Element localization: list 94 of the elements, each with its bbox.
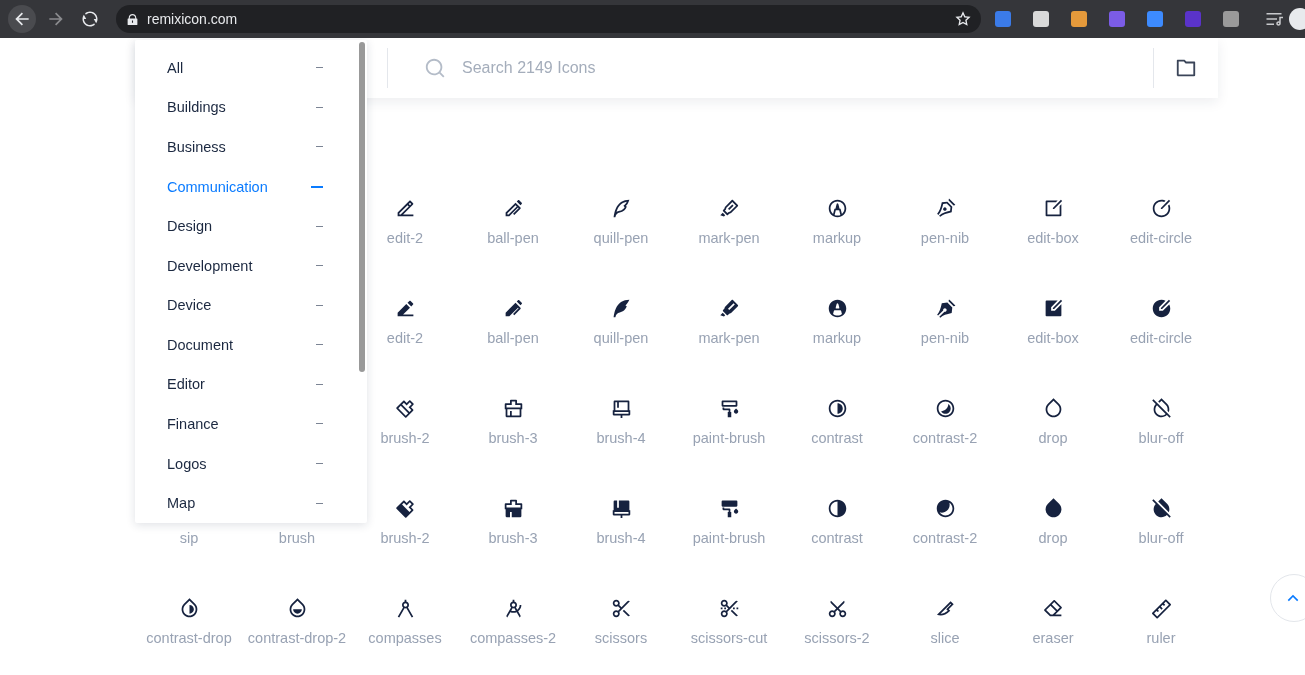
pen-nib-icon[interactable] bbox=[934, 197, 956, 219]
category-item[interactable]: Map bbox=[135, 483, 357, 523]
icon-name: edit-2 bbox=[386, 329, 424, 347]
icon-name: scissors-2 bbox=[804, 629, 870, 647]
icon-name: sip bbox=[179, 529, 199, 547]
icon-name: brush-2 bbox=[380, 429, 430, 447]
media-icon[interactable] bbox=[1265, 10, 1283, 28]
category-item[interactable]: Editor bbox=[135, 364, 357, 405]
icon-name: contrast bbox=[811, 529, 863, 547]
star-icon[interactable] bbox=[955, 11, 971, 27]
icon-name: contrast-2 bbox=[912, 429, 978, 447]
crossed-drop-icon[interactable] bbox=[1150, 397, 1172, 419]
dash-icon bbox=[316, 423, 323, 425]
icon-name: eraser bbox=[1032, 629, 1074, 647]
dash-icon bbox=[311, 185, 323, 188]
icon-name: brush-4 bbox=[596, 529, 646, 547]
marker-icon[interactable] bbox=[718, 197, 740, 219]
icon-name: edit-box bbox=[1027, 229, 1079, 247]
category-item[interactable]: Device bbox=[135, 285, 357, 326]
category-item[interactable]: All bbox=[135, 48, 357, 88]
dash-icon bbox=[316, 265, 323, 267]
dash-icon bbox=[316, 383, 323, 385]
category-item[interactable]: Communication bbox=[135, 166, 357, 207]
icon-name: contrast-drop bbox=[146, 629, 232, 647]
search-icon bbox=[424, 57, 446, 79]
icon-name: drop bbox=[1038, 529, 1068, 547]
category-item[interactable]: Document bbox=[135, 325, 357, 365]
icon-name: pen-nib bbox=[920, 229, 970, 247]
icon-name: markup bbox=[812, 329, 862, 347]
brush-icon[interactable] bbox=[502, 397, 524, 419]
category-item[interactable]: Finance bbox=[135, 404, 357, 444]
dash-icon bbox=[316, 304, 323, 306]
icon-name: brush-4 bbox=[596, 429, 646, 447]
icon-name: paint-brush bbox=[692, 529, 766, 547]
icon-name: contrast bbox=[811, 429, 863, 447]
icon-name: contrast-2 bbox=[912, 529, 978, 547]
icon-name: paint-brush bbox=[692, 429, 766, 447]
eraser-icon[interactable] bbox=[1042, 597, 1064, 619]
dash-icon bbox=[316, 225, 323, 227]
crossed-drop-icon[interactable] bbox=[1150, 497, 1172, 519]
category-item[interactable]: Development bbox=[135, 245, 357, 286]
url-text: remixicon.com bbox=[147, 11, 239, 27]
search-field[interactable]: Search 2149 Icons bbox=[460, 58, 1153, 78]
icon-name: pen-nib bbox=[920, 329, 970, 347]
dash-icon bbox=[316, 106, 323, 108]
icon-name: edit-circle bbox=[1129, 229, 1192, 247]
icon-name: contrast-drop-2 bbox=[247, 629, 347, 647]
icon-name: markup bbox=[812, 229, 862, 247]
category-item[interactable]: Buildings bbox=[135, 87, 357, 128]
brush-icon[interactable] bbox=[502, 497, 524, 519]
icon-name: blur-off bbox=[1138, 429, 1184, 447]
brush-icon[interactable] bbox=[394, 497, 416, 519]
icon-name: quill-pen bbox=[593, 329, 649, 347]
icon-name: mark-pen bbox=[698, 229, 760, 247]
icon-name: quill-pen bbox=[593, 229, 649, 247]
dash-icon bbox=[316, 502, 323, 504]
category-item[interactable]: Design bbox=[135, 206, 357, 246]
lock-icon bbox=[126, 12, 139, 26]
pen-nib-icon[interactable] bbox=[934, 297, 956, 319]
icon-name: edit-2 bbox=[386, 229, 424, 247]
icon-name: brush-3 bbox=[488, 529, 538, 547]
icon-name: edit-box bbox=[1027, 329, 1079, 347]
icon-name: scissors bbox=[594, 629, 648, 647]
scrollbar-thumb[interactable] bbox=[359, 42, 365, 372]
icon-name: ball-pen bbox=[487, 329, 539, 347]
back-button[interactable] bbox=[8, 5, 36, 33]
brush-icon[interactable] bbox=[394, 397, 416, 419]
dash-icon bbox=[316, 463, 323, 465]
icon-name: compasses bbox=[368, 629, 442, 647]
folder-icon bbox=[1175, 57, 1197, 79]
dash-icon bbox=[316, 146, 323, 148]
icon-name: drop bbox=[1038, 429, 1068, 447]
marker-icon[interactable] bbox=[718, 297, 740, 319]
ruler-icon[interactable] bbox=[1150, 597, 1172, 619]
icon-name: brush-2 bbox=[380, 529, 430, 547]
icon-name: mark-pen bbox=[698, 329, 760, 347]
icon-name: compasses-2 bbox=[469, 629, 557, 647]
dash-icon bbox=[316, 344, 323, 346]
category-item[interactable]: Business bbox=[135, 127, 357, 167]
category-item[interactable]: Logos bbox=[135, 443, 357, 484]
scissors-icon[interactable] bbox=[718, 597, 740, 619]
address-bar[interactable]: remixicon.com bbox=[116, 5, 981, 33]
icon-name: blur-off bbox=[1138, 529, 1184, 547]
icon-name: ruler bbox=[1146, 629, 1176, 647]
scissors-icon[interactable] bbox=[610, 597, 632, 619]
reload-icon bbox=[81, 10, 99, 28]
profile-avatar[interactable] bbox=[1289, 8, 1305, 30]
dash-icon bbox=[316, 67, 323, 69]
icon-name: scissors-cut bbox=[690, 629, 768, 647]
icon-name: brush bbox=[278, 529, 316, 547]
icon-name: edit-circle bbox=[1129, 329, 1192, 347]
icon-name: slice bbox=[930, 629, 960, 647]
icon-name: ball-pen bbox=[487, 229, 539, 247]
icon-name: brush-3 bbox=[488, 429, 538, 447]
